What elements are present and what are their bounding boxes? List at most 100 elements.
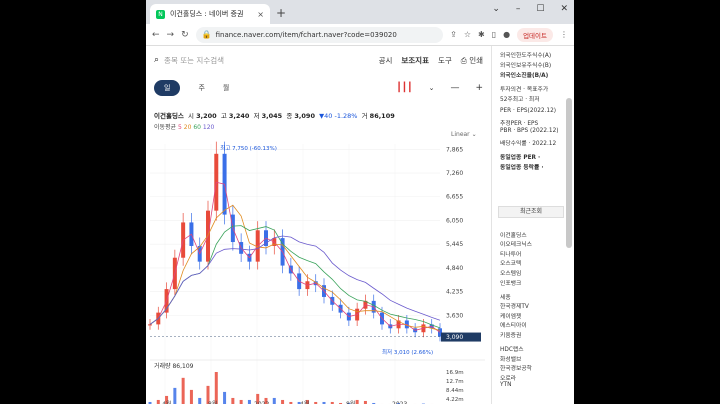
recent-stock-item[interactable]: 키움증권 xyxy=(500,330,521,339)
scrollbar[interactable] xyxy=(566,98,572,248)
recent-stock-item[interactable]: 티나투어 xyxy=(500,249,521,258)
change-pct: -1.28% xyxy=(334,112,358,120)
tab-title: 이건홀딩스 : 네이버 증권 xyxy=(170,10,244,18)
x-tick-label: 8월 xyxy=(346,400,355,404)
side-valuation-line: PER · EPS(2022.12) xyxy=(500,108,557,114)
more-menu-icon[interactable]: ⋮ xyxy=(560,30,568,39)
ma120-line xyxy=(149,235,441,325)
ma5-label: 5 xyxy=(178,124,182,131)
recent-stock-item[interactable]: 화성밸브 xyxy=(500,354,521,363)
naver-favicon-icon: N xyxy=(156,9,165,19)
menu-tools[interactable]: 도구 xyxy=(438,55,452,66)
ma20-label: 20 xyxy=(183,124,192,131)
search-icon[interactable]: ⌕ xyxy=(154,55,159,65)
chevron-down-icon[interactable]: ⌄ xyxy=(429,84,435,92)
high-annotation: 최고 7,750 (-60.13%) xyxy=(220,144,277,152)
volume-bar xyxy=(355,399,359,404)
price-chart[interactable]: 7,865 7,260 6,655 6,050 5,445 4,840 4,235 3,630… xyxy=(146,138,491,404)
price-tick-label: 4,235 xyxy=(446,289,463,296)
volume-value: 86,109 xyxy=(369,112,395,120)
recent-stock-item[interactable]: 에스티아이 xyxy=(500,320,527,329)
url-text: finance.naver.com/item/fchart.naver?code… xyxy=(215,30,397,39)
period-row: 일 주 월 ┃┃┃ ⌄ — + xyxy=(146,80,491,96)
recent-stock-item[interactable]: 오스코텍 xyxy=(500,258,521,267)
side-foreign-line: 외국인한도주식수(A) xyxy=(500,53,552,59)
recent-stock-item[interactable]: 이오테크닉스 xyxy=(500,239,532,248)
volume-bar xyxy=(156,399,160,404)
volume-bar xyxy=(281,399,285,404)
browser-tab[interactable]: N 이건홀딩스 : 네이버 증권 × xyxy=(150,4,270,24)
volume-bar xyxy=(189,389,193,404)
share-icon[interactable]: ⇪ xyxy=(450,30,457,39)
x-tick-label: 4월 xyxy=(162,400,171,404)
menu-disclosure[interactable]: 공시 xyxy=(379,55,393,66)
profile-icon[interactable]: ● xyxy=(503,30,510,39)
maximize-icon[interactable]: ☐ xyxy=(536,4,544,14)
low-annotation: 최저 3,010 (2.66%) xyxy=(382,348,433,356)
low-value: 3,045 xyxy=(261,112,283,120)
chevron-down-icon[interactable]: ⌄ xyxy=(492,4,500,14)
volume-tick-label: 4.22m xyxy=(446,397,464,403)
moving-average-legend: 이동평균 5 20 60 120 xyxy=(154,122,214,131)
side-opinion-line: 투자의견 · 목표주가 xyxy=(500,87,549,93)
reload-icon[interactable]: ↻ xyxy=(181,30,189,40)
sidepanel-icon[interactable]: ▯ xyxy=(492,30,496,39)
recent-stock-item[interactable]: 이건홀딩스 xyxy=(500,230,527,239)
side-foreign-line: 외국인보유주식수(B) xyxy=(500,63,552,69)
star-icon[interactable]: ☆ xyxy=(464,30,471,39)
recent-title[interactable]: 최근조회 xyxy=(498,206,564,218)
zoom-in-icon[interactable]: + xyxy=(475,83,483,93)
back-icon[interactable]: ← xyxy=(152,30,160,40)
menu-indicators[interactable]: 보조지표 xyxy=(401,55,429,66)
recent-stock-item[interactable]: 오로라 xyxy=(500,373,516,382)
chart-menu: 공시 보조지표 도구 ⎙ 인쇄 xyxy=(379,55,483,66)
right-panel: 외국인한도주식수(A) 외국인보유주식수(B) 외국인소진율(B/A) 투자의견 · … xyxy=(491,46,574,404)
price-tick-label: 4,840 xyxy=(446,265,463,272)
close-window-icon[interactable]: ✕ xyxy=(560,4,568,14)
zoom-out-icon[interactable]: — xyxy=(450,83,459,93)
recent-stock-item[interactable]: 한국경보공학 xyxy=(500,363,532,372)
tab-bar: N 이건홀딩스 : 네이버 증권 × + ⌄ – ☐ ✕ xyxy=(146,0,574,24)
volume-bar xyxy=(247,399,251,404)
recent-stock-item[interactable]: YTN xyxy=(500,382,511,388)
x-tick-label: 8월 xyxy=(208,400,217,404)
volume-tick-label: 12.7m xyxy=(446,379,464,385)
tab-close-icon[interactable]: × xyxy=(257,10,264,19)
ma-label: 이동평균 xyxy=(154,124,177,131)
scale-dropdown[interactable]: Linear ⌄ xyxy=(451,131,477,138)
period-week-button[interactable]: 주 xyxy=(198,83,204,93)
window-controls: ⌄ – ☐ ✕ xyxy=(492,4,568,14)
new-tab-button[interactable]: + xyxy=(276,6,286,20)
recent-stock-item[interactable]: 한국경제TV xyxy=(500,301,529,310)
chart-type-controls: ┃┃┃ ⌄ — + xyxy=(396,83,483,93)
x-tick-label: 4월 xyxy=(300,400,309,404)
ma120-label: 120 xyxy=(202,124,215,131)
side-sector-line: 동일업종 등락률 · xyxy=(500,165,544,171)
close-label: 종 xyxy=(286,112,293,120)
last-price-tag: 3,090 xyxy=(446,334,463,341)
side-opinion-line: 52주최고 · 최저 xyxy=(500,97,540,103)
recent-stock-item[interactable]: 인포뱅크 xyxy=(500,278,521,287)
url-field[interactable]: 🔒 finance.naver.com/item/fchart.naver?co… xyxy=(195,26,444,43)
search-input[interactable]: 종목 또는 지수검색 xyxy=(164,55,379,66)
period-month-button[interactable]: 월 xyxy=(223,83,229,93)
menu-print[interactable]: ⎙ 인쇄 xyxy=(461,55,483,66)
recent-stock-item[interactable]: 세종 xyxy=(500,292,511,301)
forward-icon[interactable]: → xyxy=(167,30,175,40)
recent-stock-item[interactable]: 오스템임 xyxy=(500,268,521,277)
period-day-button[interactable]: 일 xyxy=(154,80,181,96)
candlestick-icon[interactable]: ┃┃┃ xyxy=(396,83,412,93)
recent-stock-item[interactable]: HDC랩스 xyxy=(500,344,524,353)
price-tick-label: 6,655 xyxy=(446,194,463,201)
open-label: 시 xyxy=(188,112,195,120)
volume-bar xyxy=(223,391,227,404)
volume-bar xyxy=(198,397,202,404)
extensions-icon[interactable]: ✱ xyxy=(478,30,485,39)
low-label: 저 xyxy=(253,112,260,120)
change-value: ▼40 xyxy=(319,112,333,120)
volume-tick-label: 16.9m xyxy=(446,370,464,376)
minimize-icon[interactable]: – xyxy=(516,4,521,14)
update-button[interactable]: 업데이트 xyxy=(517,27,553,42)
address-bar-row: ← → ↻ 🔒 finance.naver.com/item/fchart.na… xyxy=(146,24,574,46)
recent-stock-item[interactable]: 케이엠젯 xyxy=(500,311,521,320)
